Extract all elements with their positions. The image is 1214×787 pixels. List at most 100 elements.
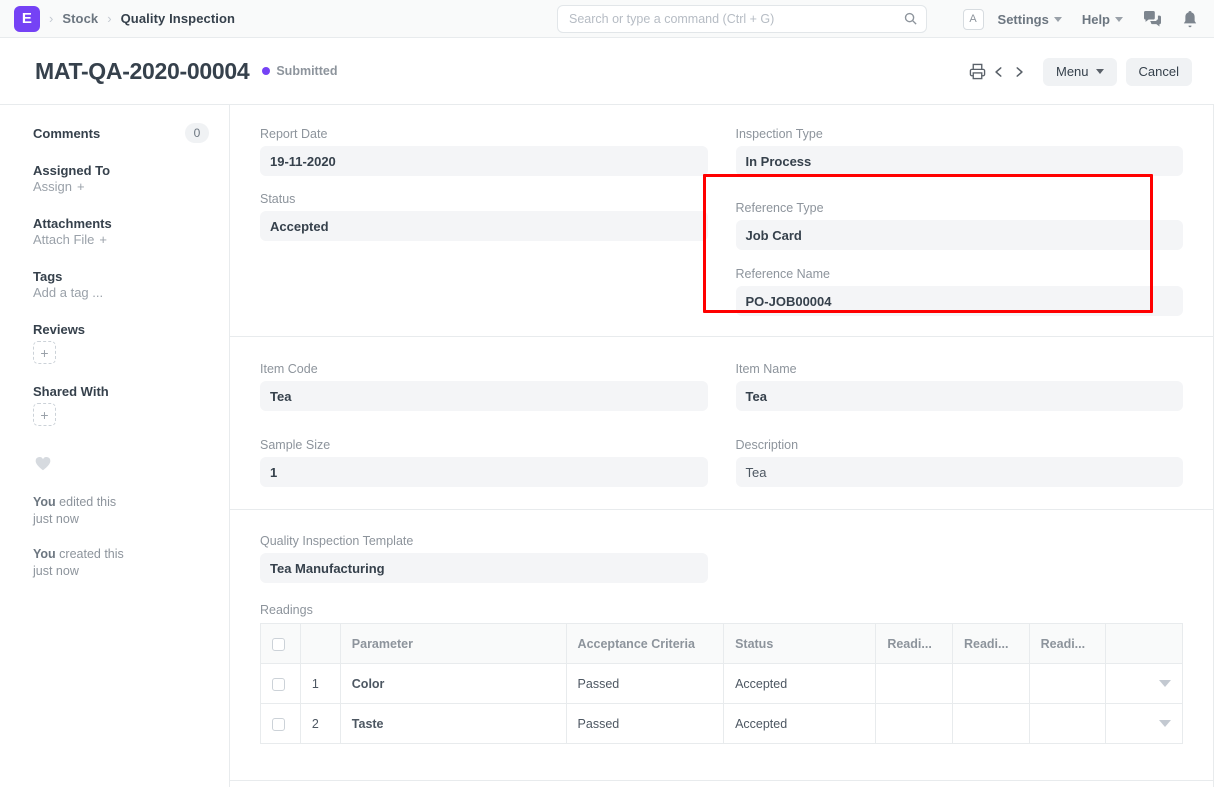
- report-date-label: Report Date: [260, 127, 328, 141]
- settings-menu[interactable]: Settings: [998, 12, 1062, 27]
- navbar: E › Stock › Quality Inspection A Setting…: [0, 0, 1214, 38]
- inspection-type-label: Inspection Type: [735, 127, 823, 141]
- sidebar-reviews: Reviews +: [33, 322, 209, 364]
- chat-icon[interactable]: [1143, 10, 1162, 28]
- activity-actor: You: [33, 495, 56, 509]
- activity-time: just now: [33, 512, 79, 526]
- row-expand-caret-icon[interactable]: [1159, 720, 1171, 727]
- plus-icon: +: [99, 232, 108, 247]
- previous-document-icon[interactable]: [989, 62, 1009, 82]
- notifications-bell-icon[interactable]: [1182, 10, 1198, 28]
- field-quality-inspection-template: Quality Inspection Template Tea Manufact…: [260, 534, 708, 583]
- cell-acceptance-criteria[interactable]: Passed: [565, 703, 725, 744]
- help-menu[interactable]: Help: [1082, 12, 1123, 27]
- description-value[interactable]: Tea: [735, 457, 1183, 487]
- field-sample-size: Sample Size 1: [260, 438, 708, 487]
- field-reference-type: Reference Type Job Card: [735, 201, 1183, 250]
- sidebar-assigned-to: Assigned To Assign +: [33, 163, 209, 196]
- add-tag-input[interactable]: Add a tag ...: [33, 285, 103, 300]
- next-document-icon[interactable]: [1009, 62, 1029, 82]
- form-content: Report Date 19-11-2020 Status Accepted I…: [230, 105, 1214, 787]
- form-section-item: Item Code Tea Sample Size 1 Item Name Te…: [230, 337, 1213, 510]
- sidebar-attachments: Attachments Attach File +: [33, 216, 209, 249]
- cell-parameter[interactable]: Taste: [339, 703, 567, 744]
- row-checkbox[interactable]: [272, 677, 285, 691]
- row-select-cell: [260, 703, 301, 744]
- chevron-down-icon: [1053, 16, 1062, 22]
- cell-reading-3[interactable]: [1028, 703, 1107, 744]
- breadcrumb-quality-inspection[interactable]: Quality Inspection: [121, 11, 235, 26]
- cancel-button[interactable]: Cancel: [1125, 57, 1192, 86]
- row-expand-caret-icon[interactable]: [1159, 680, 1171, 687]
- add-share-button[interactable]: +: [33, 403, 56, 426]
- attach-file-button[interactable]: Attach File +: [33, 232, 107, 247]
- report-date-value[interactable]: 19-11-2020: [260, 146, 708, 176]
- form-card: Report Date 19-11-2020 Status Accepted I…: [230, 105, 1214, 787]
- item-column-right: Item Name Tea Description Tea: [735, 362, 1183, 487]
- header-acceptance-criteria[interactable]: Acceptance Criteria: [565, 623, 725, 664]
- header-actions: [1105, 623, 1183, 664]
- field-description: Description Tea: [735, 438, 1183, 487]
- item-code-value[interactable]: Tea: [260, 381, 708, 411]
- sidebar-comments-label: Comments: [33, 125, 101, 141]
- header-reading-3[interactable]: Readi...: [1028, 623, 1107, 664]
- row-actions-cell: [1105, 663, 1183, 704]
- header-reading-1[interactable]: Readi...: [875, 623, 953, 664]
- template-column-spacer: [736, 534, 1184, 583]
- cell-parameter[interactable]: Color: [339, 663, 567, 704]
- avatar[interactable]: A: [962, 8, 984, 30]
- cell-reading-3[interactable]: [1028, 663, 1107, 704]
- assign-label: Assign: [33, 179, 73, 194]
- sample-size-value[interactable]: 1: [260, 457, 708, 487]
- add-review-button[interactable]: +: [33, 341, 56, 364]
- activity-time: just now: [33, 564, 79, 578]
- item-code-label: Item Code: [260, 362, 318, 376]
- sidebar-comments[interactable]: Comments 0: [33, 123, 209, 143]
- chevron-down-icon: [1095, 69, 1104, 74]
- breadcrumb-separator-1: ›: [49, 11, 54, 26]
- breadcrumb-separator-2: ›: [107, 11, 112, 26]
- template-value[interactable]: Tea Manufacturing: [260, 553, 708, 583]
- form-section-next: [230, 780, 1213, 787]
- row-checkbox[interactable]: [272, 717, 285, 731]
- breadcrumb-stock[interactable]: Stock: [62, 11, 98, 26]
- page-header: MAT-QA-2020-00004 Submitted Menu Cancel: [0, 38, 1214, 105]
- header-status[interactable]: Status: [723, 623, 877, 664]
- cell-reading-1[interactable]: [875, 663, 953, 704]
- item-name-value[interactable]: Tea: [735, 381, 1183, 411]
- cell-acceptance-criteria[interactable]: Passed: [565, 663, 725, 704]
- menu-button[interactable]: Menu: [1043, 57, 1117, 86]
- readings-grid-label: Readings: [260, 603, 313, 617]
- cell-reading-2[interactable]: [951, 663, 1030, 704]
- item-column-left: Item Code Tea Sample Size 1: [260, 362, 708, 487]
- header-parameter[interactable]: Parameter: [339, 623, 567, 664]
- select-all-checkbox[interactable]: [272, 637, 285, 651]
- header-reading-2[interactable]: Readi...: [951, 623, 1030, 664]
- reference-type-value[interactable]: Job Card: [735, 220, 1183, 250]
- select-all-header: [260, 623, 301, 664]
- cell-reading-2[interactable]: [951, 703, 1030, 744]
- search-input[interactable]: [557, 5, 927, 33]
- inspection-type-value[interactable]: In Process: [735, 146, 1183, 176]
- print-icon[interactable]: [966, 60, 989, 83]
- activity-actor: You: [33, 547, 56, 561]
- field-status: Status Accepted: [260, 192, 708, 241]
- like-heart-icon[interactable]: [35, 456, 209, 476]
- table-row[interactable]: 2 Taste Passed Accepted: [260, 703, 1183, 744]
- page-body: Comments 0 Assigned To Assign + Attachme…: [0, 105, 1214, 787]
- cell-status[interactable]: Accepted: [723, 663, 877, 704]
- reference-name-value[interactable]: PO-JOB00004: [735, 286, 1183, 316]
- assign-button[interactable]: Assign +: [33, 179, 85, 194]
- form-section-details: Report Date 19-11-2020 Status Accepted I…: [230, 105, 1213, 337]
- cell-reading-1[interactable]: [875, 703, 953, 744]
- plus-icon: +: [77, 179, 85, 194]
- status-label: Submitted: [276, 64, 338, 78]
- search-icon[interactable]: [903, 11, 918, 26]
- template-column: Quality Inspection Template Tea Manufact…: [260, 534, 708, 583]
- app-logo[interactable]: E: [14, 5, 40, 32]
- table-row[interactable]: 1 Color Passed Accepted: [260, 663, 1183, 704]
- description-label: Description: [735, 438, 799, 452]
- cell-status[interactable]: Accepted: [723, 703, 877, 744]
- status-field-value[interactable]: Accepted: [260, 211, 708, 241]
- field-item-code: Item Code Tea: [260, 362, 708, 411]
